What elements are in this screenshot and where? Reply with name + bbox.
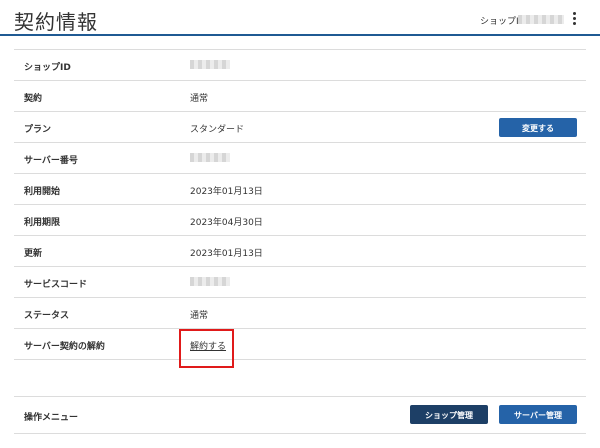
divider	[14, 396, 586, 397]
redacted-value	[190, 153, 230, 162]
contract-value: 通常	[190, 94, 209, 104]
server-number-value	[190, 153, 230, 163]
highlight-box	[179, 329, 234, 368]
renewal-value: 2023年01月13日	[190, 249, 263, 259]
row-service-code: サービスコード	[14, 267, 586, 298]
shop-id-value	[190, 60, 230, 70]
row-label: サーバー契約の解約	[24, 342, 105, 352]
operation-menu-label: 操作メニュー	[24, 413, 79, 423]
redacted-value	[190, 277, 230, 286]
row-expiry-date: 利用期限 2023年04月30日	[14, 205, 586, 236]
row-start-date: 利用開始 2023年01月13日	[14, 174, 586, 205]
expiry-date-value: 2023年04月30日	[190, 218, 263, 228]
row-cancel-server: サーバー契約の解約 解約する	[14, 329, 586, 360]
row-label: サービスコード	[24, 280, 88, 290]
row-label: ステータス	[24, 311, 70, 321]
plan-value: スタンダード	[190, 125, 245, 135]
page-header: 契約情報 ショップID	[0, 0, 600, 36]
start-date-value: 2023年01月13日	[190, 187, 263, 197]
row-label: 利用期限	[24, 218, 61, 228]
row-renewal: 更新 2023年01月13日	[14, 236, 586, 267]
row-label: サーバー番号	[24, 156, 78, 166]
shop-id-redacted	[518, 15, 564, 24]
row-shop-id: ショップID	[14, 50, 586, 81]
redacted-value	[190, 60, 230, 69]
row-status: ステータス 通常	[14, 298, 586, 329]
change-plan-button[interactable]: 変更する	[499, 118, 577, 137]
more-menu-icon[interactable]	[572, 12, 578, 26]
contract-info-table: ショップID 契約 通常 プラン スタンダード 変更する サーバー番号 利用開始…	[14, 49, 586, 360]
row-server-number: サーバー番号	[14, 143, 586, 174]
divider	[14, 433, 586, 434]
shop-management-button[interactable]: ショップ管理	[410, 405, 488, 424]
row-plan: プラン スタンダード 変更する	[14, 112, 586, 143]
row-label: ショップID	[24, 63, 71, 73]
row-label: 更新	[24, 249, 43, 259]
status-value: 通常	[190, 311, 209, 321]
row-label: 契約	[24, 94, 43, 104]
server-management-button[interactable]: サーバー管理	[499, 405, 577, 424]
row-label: プラン	[24, 125, 52, 135]
page-title: 契約情報	[14, 10, 98, 34]
service-code-value	[190, 277, 230, 287]
row-label: 利用開始	[24, 187, 61, 197]
row-contract: 契約 通常	[14, 81, 586, 112]
